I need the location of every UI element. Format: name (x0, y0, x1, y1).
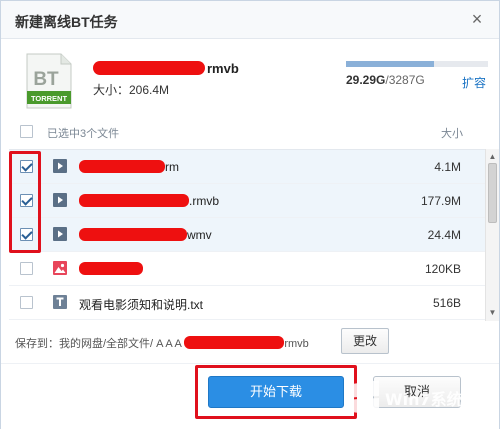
storage-total: /3287G (385, 73, 425, 87)
file-name-suffix: rm (165, 160, 179, 174)
torrent-name-suffix: rmvb (207, 61, 239, 76)
save-path: 保存到：我的网盘/全部文件/ A A A rmvb (15, 335, 309, 351)
save-path-prefix: 保存到：我的网盘/全部文件/ A A A (15, 338, 182, 350)
file-size: 177.9M (420, 194, 461, 208)
storage-used: 29.29G (346, 73, 386, 87)
close-icon[interactable]: × (467, 9, 487, 29)
file-row[interactable]: 观看电影须知和说明.txt 516B (9, 286, 485, 320)
file-list: rm 4.1M .rmvb 177.9M wmv 24.4M 120KB 观看电… (9, 149, 485, 321)
storage-usage-text: 29.29G/3287G (346, 73, 425, 87)
image-icon (53, 261, 67, 275)
video-icon (53, 193, 67, 207)
torrent-icon-letters: BT (33, 69, 59, 90)
select-all-checkbox[interactable] (20, 125, 33, 138)
dialog-title: 新建离线BT任务 (15, 14, 118, 30)
torrent-size: 大小：206.4M (93, 83, 170, 97)
offline-bt-task-dialog: 新建离线BT任务 × BT TORRENT rmvb 大小：206.4M 29.… (0, 0, 500, 429)
video-icon (53, 227, 67, 241)
file-checkbox[interactable] (20, 262, 33, 275)
video-icon (53, 159, 67, 173)
file-name (79, 262, 143, 276)
title-bar: 新建离线BT任务 × (1, 1, 499, 39)
file-checkbox[interactable] (20, 296, 33, 309)
redaction-mark (79, 194, 189, 207)
change-path-button[interactable]: 更改 (341, 328, 389, 354)
file-list-header: 已选中3个文件 大小 (9, 119, 489, 145)
size-column-header: 大小 (441, 128, 463, 140)
scroll-down-icon[interactable]: ▼ (488, 308, 497, 317)
scroll-up-icon[interactable]: ▲ (488, 152, 497, 161)
file-name-suffix: .rmvb (189, 194, 219, 208)
text-file-icon (53, 295, 67, 309)
file-name-suffix: wmv (187, 228, 212, 242)
redaction-mark (184, 336, 285, 349)
file-name: rm (79, 160, 179, 174)
scroll-thumb[interactable] (488, 163, 497, 223)
torrent-file-icon: BT TORRENT (26, 53, 72, 109)
torrent-name: rmvb (93, 61, 239, 76)
watermark-text: Win7系统之家 (385, 390, 489, 409)
redaction-mark (79, 228, 187, 241)
storage-usage-bar (346, 61, 488, 67)
storage-usage-fill (346, 61, 435, 67)
file-row[interactable]: rm 4.1M (9, 150, 485, 184)
file-size: 4.1M (434, 160, 461, 174)
file-size: 120KB (424, 262, 461, 276)
file-row[interactable]: 120KB (9, 252, 485, 286)
file-name: 观看电影须知和说明.txt (79, 298, 204, 312)
redaction-mark (79, 160, 165, 173)
redaction-mark (93, 61, 205, 75)
expand-storage-link[interactable]: 扩容 (462, 74, 486, 91)
file-name: .rmvb (79, 194, 219, 208)
start-button-highlight-box (195, 365, 357, 419)
file-row[interactable]: wmv 24.4M (9, 218, 485, 252)
file-list-scrollbar[interactable]: ▲ ▼ (485, 149, 499, 321)
redaction-mark (79, 262, 143, 275)
save-path-suffix: rmvb (284, 338, 309, 350)
file-size: 516B (432, 296, 461, 310)
torrent-icon-caption: TORRENT (31, 94, 68, 103)
checkbox-highlight-box (9, 151, 41, 253)
file-row[interactable]: .rmvb 177.9M (9, 184, 485, 218)
file-size: 24.4M (427, 228, 461, 242)
file-name: wmv (79, 228, 212, 242)
selected-count-label: 已选中3个文件 (47, 128, 120, 140)
watermark-logo: Win7系统之家 (345, 380, 489, 415)
